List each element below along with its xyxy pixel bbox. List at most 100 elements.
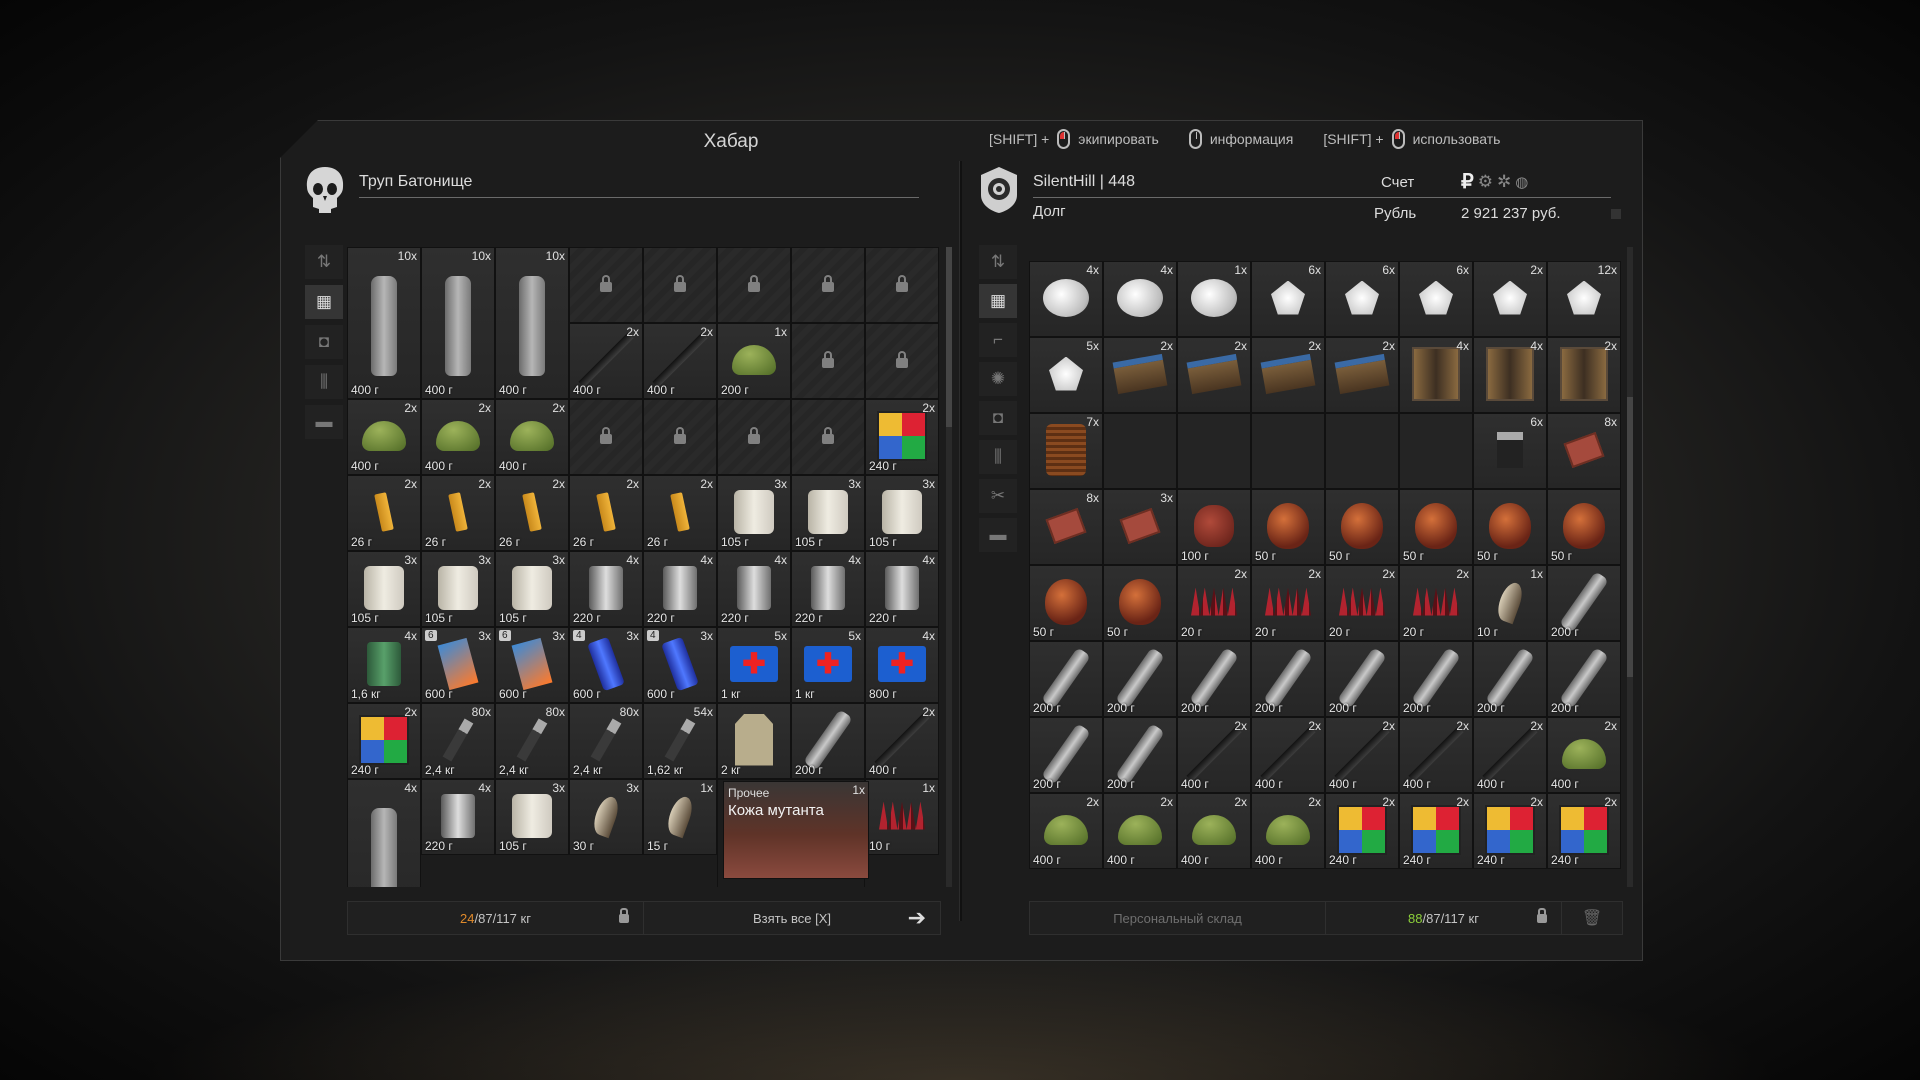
left-slot[interactable]: 1x 200 г — [717, 323, 791, 399]
left-slot[interactable]: 3x 30 г — [569, 779, 643, 855]
right-slot[interactable]: 2x — [1103, 337, 1177, 413]
left-slot[interactable]: 2x 26 г — [421, 475, 495, 551]
right-slot[interactable]: 4x — [1103, 261, 1177, 337]
right-slot[interactable]: 2x 400 г — [1251, 717, 1325, 793]
right-slot[interactable]: 6x — [1325, 261, 1399, 337]
right-slot[interactable]: 200 г — [1103, 641, 1177, 717]
stash-selector[interactable]: Персональный склад — [1030, 902, 1326, 934]
empty-slot[interactable] — [1103, 413, 1177, 489]
left-slot[interactable]: 4x 220 г — [569, 551, 643, 627]
right-slot[interactable]: 2x — [1473, 261, 1547, 337]
left-slot[interactable]: 54x 1,62 кг — [643, 703, 717, 779]
right-slot[interactable]: 50 г — [1325, 489, 1399, 565]
right-slot[interactable]: 200 г — [1177, 641, 1251, 717]
empty-slot[interactable] — [1325, 413, 1399, 489]
right-slot[interactable]: 2x 240 г — [1325, 793, 1399, 869]
right-slot[interactable]: 8x — [1029, 489, 1103, 565]
take-all-button[interactable]: Взять все [X] ➔ — [644, 902, 940, 934]
left-slot[interactable]: 3x 105 г — [347, 551, 421, 627]
left-slot[interactable]: 2x 400 г — [421, 399, 495, 475]
tools-tab[interactable]: ✂ — [979, 479, 1017, 513]
left-slot[interactable]: 4 3x 600 г — [643, 627, 717, 703]
help-icon[interactable] — [1611, 209, 1621, 219]
left-slot[interactable]: 3x 105 г — [495, 779, 569, 855]
right-slot[interactable]: 50 г — [1473, 489, 1547, 565]
empty-slot[interactable] — [1251, 413, 1325, 489]
left-slot[interactable]: ✚ 4x 800 г — [865, 627, 939, 703]
right-slot[interactable]: 2x 400 г — [1177, 717, 1251, 793]
left-scrollbar[interactable] — [946, 247, 952, 887]
box-tab[interactable]: ▬ — [305, 405, 343, 439]
left-slot[interactable]: 1x 10 г — [865, 779, 939, 855]
right-slot[interactable]: 50 г — [1399, 489, 1473, 565]
left-slot[interactable]: 80x 2,4 кг — [421, 703, 495, 779]
weight-lock-icon[interactable] — [619, 908, 629, 923]
left-slot[interactable]: 4x 220 г — [865, 551, 939, 627]
right-scroll-thumb[interactable] — [1627, 397, 1633, 677]
left-slot[interactable]: 3x 105 г — [717, 475, 791, 551]
left-slot[interactable]: 4x 220 г — [421, 779, 495, 855]
left-slot[interactable]: 10x 400 г — [347, 247, 421, 399]
ammo-tab[interactable]: ⫼ — [305, 365, 343, 399]
left-slot[interactable]: 10x 400 г — [421, 247, 495, 399]
right-slot[interactable]: 2x 400 г — [1473, 717, 1547, 793]
left-slot[interactable]: 2x 400 г — [643, 323, 717, 399]
ruble-icon[interactable]: ₽ — [1461, 169, 1474, 194]
right-slot[interactable]: 6x — [1473, 413, 1547, 489]
left-slot[interactable]: 2x 400 г — [865, 703, 939, 779]
left-slot[interactable]: 4x 220 г — [791, 551, 865, 627]
right-slot[interactable]: 2x 400 г — [1325, 717, 1399, 793]
left-slot[interactable]: 2x 26 г — [347, 475, 421, 551]
weight-lock-icon[interactable] — [1537, 908, 1547, 923]
right-slot[interactable]: 12x — [1547, 261, 1621, 337]
right-slot[interactable]: 2x — [1547, 337, 1621, 413]
right-slot[interactable]: 4x — [1473, 337, 1547, 413]
left-slot[interactable]: 4 3x 600 г — [569, 627, 643, 703]
right-slot[interactable]: 200 г — [1399, 641, 1473, 717]
ammo-tab[interactable]: ⫼ — [979, 440, 1017, 474]
right-slot[interactable]: 2x 20 г — [1177, 565, 1251, 641]
right-slot[interactable]: 200 г — [1547, 565, 1621, 641]
right-slot[interactable]: 200 г — [1325, 641, 1399, 717]
right-slot[interactable]: 2x 20 г — [1251, 565, 1325, 641]
left-scroll-thumb[interactable] — [946, 247, 952, 427]
left-slot[interactable]: 4x 220 г — [717, 551, 791, 627]
right-slot[interactable]: 4x — [1399, 337, 1473, 413]
left-slot[interactable]: 3x 105 г — [865, 475, 939, 551]
gear-alt-icon[interactable]: ✲ — [1497, 172, 1511, 192]
right-slot[interactable]: 2x — [1251, 337, 1325, 413]
right-slot[interactable]: 50 г — [1547, 489, 1621, 565]
right-slot[interactable]: 7x — [1029, 413, 1103, 489]
right-slot[interactable]: 1x — [1177, 261, 1251, 337]
right-slot[interactable]: 2x 240 г — [1547, 793, 1621, 869]
right-slot[interactable]: 200 г — [1103, 717, 1177, 793]
left-slot[interactable]: 6 3x 600 г — [495, 627, 569, 703]
left-slot[interactable]: 3x 105 г — [421, 551, 495, 627]
right-slot[interactable]: 1x 10 г — [1473, 565, 1547, 641]
left-slot[interactable]: 80x 2,4 кг — [495, 703, 569, 779]
left-slot[interactable]: 2x 240 г — [347, 703, 421, 779]
left-slot[interactable]: 2x 26 г — [495, 475, 569, 551]
right-slot[interactable]: 5x — [1029, 337, 1103, 413]
left-slot[interactable]: 4x — [347, 779, 421, 887]
left-slot[interactable]: 2x 400 г — [569, 323, 643, 399]
sort-tab[interactable]: ⇅ — [305, 245, 343, 279]
right-slot[interactable]: 2x 400 г — [1399, 717, 1473, 793]
left-slot[interactable]: 2x 26 г — [569, 475, 643, 551]
left-slot[interactable]: 3x 105 г — [495, 551, 569, 627]
left-slot[interactable]: 2x 400 г — [495, 399, 569, 475]
right-slot[interactable]: 4x — [1029, 261, 1103, 337]
right-slot[interactable]: 2x 240 г — [1473, 793, 1547, 869]
left-slot[interactable]: 2x 400 г — [347, 399, 421, 475]
right-slot[interactable]: 2x 20 г — [1399, 565, 1473, 641]
left-slot[interactable]: 6 3x 600 г — [421, 627, 495, 703]
left-slot[interactable]: 3x 105 г — [791, 475, 865, 551]
right-slot[interactable]: 50 г — [1103, 565, 1177, 641]
trash-button[interactable]: 🗑 — [1562, 902, 1622, 934]
right-slot[interactable]: 6x — [1399, 261, 1473, 337]
box-tab[interactable]: ▬ — [979, 518, 1017, 552]
left-slot[interactable]: 4x 1,6 кг — [347, 627, 421, 703]
right-slot[interactable]: 6x — [1251, 261, 1325, 337]
right-slot[interactable]: 200 г — [1251, 641, 1325, 717]
artifact-tab[interactable]: ✺ — [979, 362, 1017, 396]
